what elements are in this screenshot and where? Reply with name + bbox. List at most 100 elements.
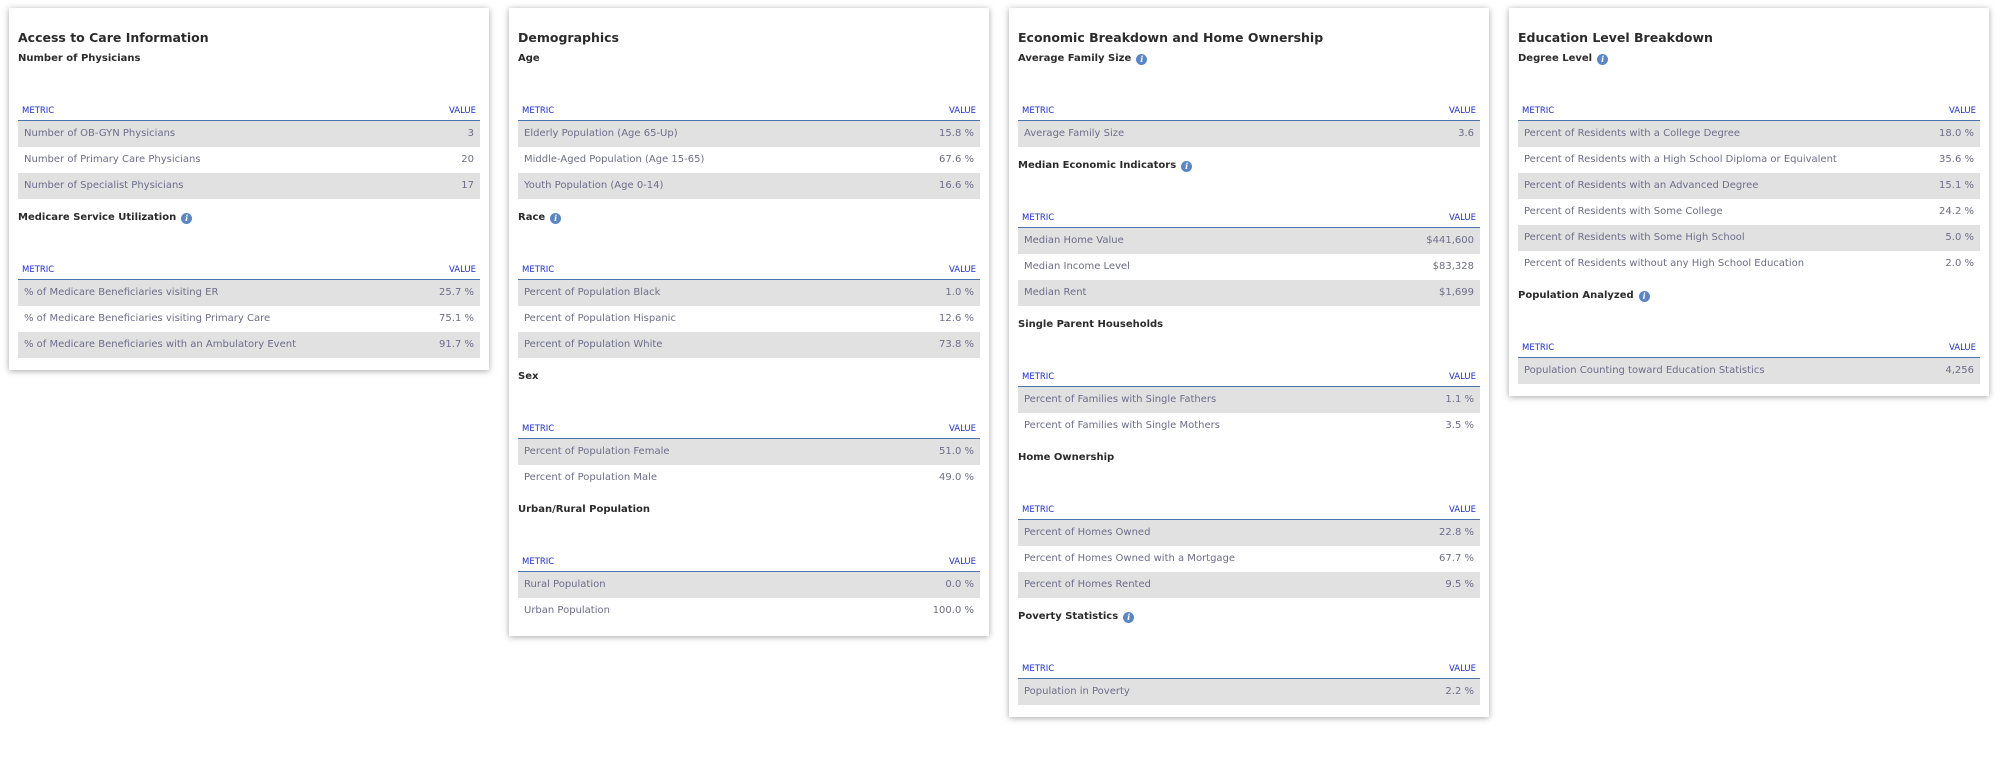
table-row: Middle-Aged Population (Age 15-65) 67.6 % <box>518 147 980 173</box>
metric-cell: Percent of Families with Single Mothers <box>1024 420 1220 431</box>
info-icon[interactable]: i <box>1638 290 1650 302</box>
section-title-label: Home Ownership <box>1018 452 1115 463</box>
metric-column-header[interactable]: METRIC <box>1518 106 1922 121</box>
table-row: Percent of Families with Single Fathers 1… <box>1018 386 1480 413</box>
metrics-table: METRIC VALUE Percent of Residents with a C… <box>1518 106 1980 277</box>
metric-column-header[interactable]: METRIC <box>518 557 818 572</box>
value-column-header[interactable]: VALUE <box>1399 505 1480 520</box>
value-column-header[interactable]: VALUE <box>877 265 980 280</box>
table-row: Median Home Value $441,600 <box>1018 227 1480 254</box>
metric-cell: Percent of Residents with Some High Scho… <box>1518 225 1922 251</box>
metric-column-header[interactable]: METRIC <box>18 106 408 121</box>
table-row: % of Medicare Beneficiaries visiting ER 2… <box>18 279 480 306</box>
value-cell: 12.6 % <box>939 313 974 324</box>
value-column-header[interactable]: VALUE <box>1324 213 1480 228</box>
section-title: Degree Level i <box>1518 52 1980 66</box>
value-cell: 67.6 % <box>939 154 974 165</box>
table-row: Percent of Families with Single Mothers 3… <box>1018 413 1480 439</box>
info-icon[interactable]: i <box>1123 611 1135 623</box>
value-column-header[interactable]: VALUE <box>817 557 980 572</box>
metrics-table: METRIC VALUE% of Medicare Beneficiaries v… <box>18 265 480 358</box>
metric-column-header[interactable]: METRIC <box>1518 343 1916 358</box>
metric-column-header[interactable]: METRIC <box>1018 664 1362 679</box>
value-cell: 16.6 % <box>889 173 980 199</box>
value-cell: 35.6 % <box>1939 154 1974 165</box>
table-header-row: METRIC VALUE <box>1018 213 1480 228</box>
value-cell: 3.6 <box>1370 120 1480 147</box>
value-column-header[interactable]: VALUE <box>1361 664 1480 679</box>
metric-cell: Rural Population <box>518 571 818 598</box>
info-icon[interactable]: i <box>181 212 193 224</box>
value-cell: 67.7 % <box>1439 553 1474 564</box>
value-cell: 20 <box>461 154 474 165</box>
metric-column-header[interactable]: METRIC <box>1018 106 1371 121</box>
metric-column-header[interactable]: METRIC <box>18 265 415 280</box>
metric-cell: Population Counting toward Education Sta… <box>1518 357 1916 384</box>
metric-cell: Population in Poverty <box>1018 678 1362 705</box>
table-row: % of Medicare Beneficiaries with an Ambu… <box>18 332 480 358</box>
metric-cell: Elderly Population (Age 65-Up) <box>518 120 890 147</box>
table-header-row: METRIC VALUE <box>1018 106 1480 121</box>
metric-cell: Percent of Population Hispanic <box>524 313 676 324</box>
info-icon[interactable]: i <box>1597 53 1609 65</box>
metrics-table: METRIC VALUE Percent of Population Female 5… <box>518 424 980 491</box>
value-column-header[interactable]: VALUE <box>1921 106 1980 121</box>
metric-cell: Median Income Level <box>1024 261 1130 272</box>
metric-cell: Median Home Value <box>1018 227 1325 254</box>
info-icon[interactable]: i <box>1136 53 1148 65</box>
section-title: Number of Physicians <box>18 52 480 66</box>
table-row: Population in Poverty 2.2 % <box>1018 678 1480 705</box>
section-title: Median Economic Indicators i <box>1018 159 1480 173</box>
metrics-table: METRIC VALUE Population in Poverty 2.2 % <box>1018 664 1480 705</box>
metrics-table: METRIC VALUE Average Family Size 3.6 <box>1018 106 1480 147</box>
metric-cell: Percent of Residents with a College Degr… <box>1518 120 1922 147</box>
metric-cell: Middle-Aged Population (Age 15-65) <box>524 154 705 165</box>
section-title: Average Family Size i <box>1018 52 1480 66</box>
metric-column-header[interactable]: METRIC <box>518 106 890 121</box>
table-row: Number of Primary Care Physicians 20 <box>18 147 480 173</box>
value-cell: 51.0 % <box>873 438 980 465</box>
table-row: Percent of Population Male 49.0 % <box>518 465 980 491</box>
value-column-header[interactable]: VALUE <box>873 424 980 439</box>
metric-column-header[interactable]: METRIC <box>518 265 878 280</box>
table-header-row: METRIC VALUE <box>1018 664 1480 679</box>
card-1: Access to Care Information Number of Phys… <box>9 8 489 370</box>
value-cell: $83,328 <box>1432 261 1474 272</box>
table-row: Percent of Residents with Some High Scho… <box>1518 225 1980 251</box>
value-cell: 49.0 % <box>939 472 974 483</box>
value-column-header[interactable]: VALUE <box>414 265 480 280</box>
section-title: Home Ownership <box>1018 451 1480 465</box>
value-column-header[interactable]: VALUE <box>1370 106 1480 121</box>
metrics-table: METRIC VALUE Median Home Value $441,600 Medi… <box>1018 213 1480 306</box>
info-icon[interactable]: i <box>550 212 562 224</box>
table-row: Rural Population 0.0 % <box>518 571 980 598</box>
section-title-label: Age <box>518 53 540 64</box>
table-row: Percent of Population Black 1.0 % <box>518 279 980 306</box>
table-row: Percent of Population Female 51.0 % <box>518 438 980 465</box>
section-title: Sex <box>518 370 980 384</box>
value-column-header[interactable]: VALUE <box>407 106 480 121</box>
table-row: Percent of Residents with a High School … <box>1518 147 1980 173</box>
metric-column-header[interactable]: METRIC <box>1018 505 1400 520</box>
metric-cell: Urban Population <box>524 605 610 616</box>
metric-column-header[interactable]: METRIC <box>1018 372 1405 387</box>
metric-cell: Median Rent <box>1018 280 1325 306</box>
info-icon[interactable]: i <box>1181 160 1193 172</box>
value-cell: 18.0 % <box>1921 120 1980 147</box>
metric-cell: Percent of Homes Rented <box>1018 572 1400 598</box>
value-column-header[interactable]: VALUE <box>889 106 980 121</box>
value-column-header[interactable]: VALUE <box>1915 343 1980 358</box>
value-column-header[interactable]: VALUE <box>1404 372 1480 387</box>
section-title: Age <box>518 52 980 66</box>
value-cell: 17 <box>407 173 480 199</box>
metric-column-header[interactable]: METRIC <box>518 424 874 439</box>
table-row: Percent of Residents with an Advanced De… <box>1518 173 1980 199</box>
card-title: Economic Breakdown and Home Ownership <box>1018 30 1324 45</box>
metric-column-header[interactable]: METRIC <box>1018 213 1325 228</box>
table-row: Median Income Level $83,328 <box>1018 254 1480 280</box>
metric-cell: % of Medicare Beneficiaries visiting ER <box>18 279 415 306</box>
metric-cell: Percent of Population Female <box>518 438 874 465</box>
value-cell: 5.0 % <box>1921 225 1980 251</box>
metric-cell: Percent of Homes Owned with a Mortgage <box>1024 553 1236 564</box>
value-cell: 1.1 % <box>1404 386 1480 413</box>
